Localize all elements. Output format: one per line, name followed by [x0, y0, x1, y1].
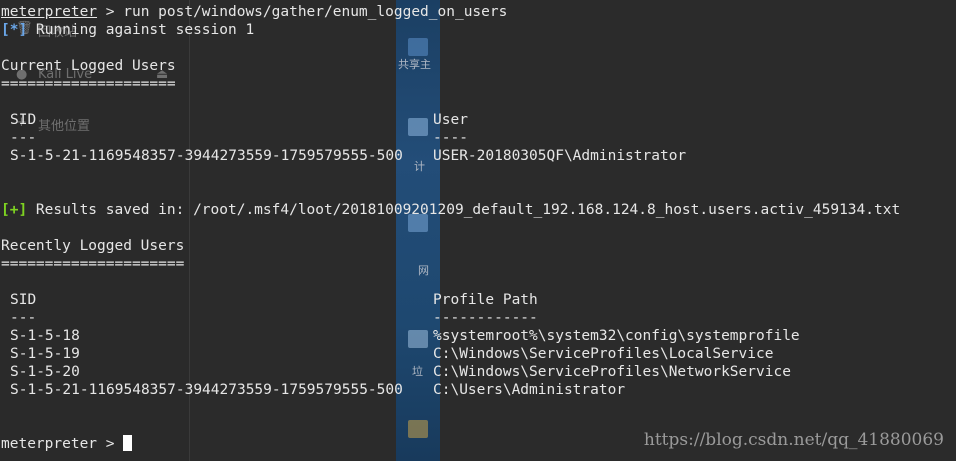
sid-cell: S-1-5-19 — [10, 346, 80, 362]
sid-dashes: --- — [10, 130, 37, 146]
user-dashes: ---- — [433, 130, 468, 146]
info-tag: [*] — [1, 22, 28, 38]
saved-message: Results saved in: /root/.msf4/loot/20181… — [27, 202, 901, 218]
recent-table-header: SID Profile Path — [1, 291, 956, 309]
profile-path-cell: C:\Windows\ServiceProfiles\NetworkServic… — [433, 364, 791, 380]
current-users-rule: ==================== — [1, 76, 176, 92]
current-table-header: SID User — [1, 111, 956, 129]
profile-path-dashes: ------------ — [433, 310, 538, 326]
table-row: S-1-5-20 C:\Windows\ServiceProfiles\Netwo… — [1, 363, 956, 381]
recent-table-dashes: --- ------------ — [1, 309, 956, 327]
terminal-output[interactable]: meterpreter > run post/windows/gather/en… — [1, 3, 956, 453]
saved-tag: [+] — [1, 202, 28, 218]
table-row: S-1-5-21-1169548357-3944273559-175957955… — [1, 381, 956, 399]
text-cursor[interactable] — [123, 435, 133, 451]
sid-cell: S-1-5-21-1169548357-3944273559-175957955… — [10, 382, 403, 398]
profile-path-cell: %systemroot%\system32\config\systemprofi… — [433, 328, 800, 344]
recent-users-title: Recently Logged Users — [1, 238, 185, 254]
sid-header: SID — [10, 112, 37, 128]
table-row: S-1-5-19 C:\Windows\ServiceProfiles\Local… — [1, 345, 956, 363]
prompt-separator: > — [97, 4, 124, 20]
sid-cell: S-1-5-21-1169548357-3944273559-175957955… — [10, 148, 403, 164]
final-prompt: meterpreter > — [1, 436, 124, 452]
info-line: [*] Running against session 1 — [1, 21, 956, 39]
saved-line: [+] Results saved in: /root/.msf4/loot/2… — [1, 201, 956, 219]
command-line: meterpreter > run post/windows/gather/en… — [1, 3, 956, 21]
recent-users-rule: ===================== — [1, 256, 185, 272]
sid-header: SID — [10, 292, 37, 308]
prompt: meterpreter — [1, 4, 98, 20]
table-row: S-1-5-18 %systemroot%\system32\config\sys… — [1, 327, 956, 345]
sid-dashes: --- — [10, 310, 37, 326]
current-users-title: Current Logged Users — [1, 58, 176, 74]
sid-cell: S-1-5-20 — [10, 364, 80, 380]
user-cell: USER-20180305QF\Administrator — [433, 148, 687, 164]
profile-path-header: Profile Path — [433, 292, 538, 308]
watermark: https://blog.csdn.net/qq_41880069 — [643, 430, 944, 450]
table-row: S-1-5-21-1169548357-3944273559-175957955… — [1, 147, 956, 165]
current-table-dashes: --- ---- — [1, 129, 956, 147]
command-text: run post/windows/gather/enum_logged_on_u… — [123, 4, 508, 20]
profile-path-cell: C:\Windows\ServiceProfiles\LocalService — [433, 346, 774, 362]
profile-path-cell: C:\Users\Administrator — [433, 382, 626, 398]
sid-cell: S-1-5-18 — [10, 328, 80, 344]
info-message: Running against session 1 — [27, 22, 255, 38]
user-header: User — [433, 112, 468, 128]
